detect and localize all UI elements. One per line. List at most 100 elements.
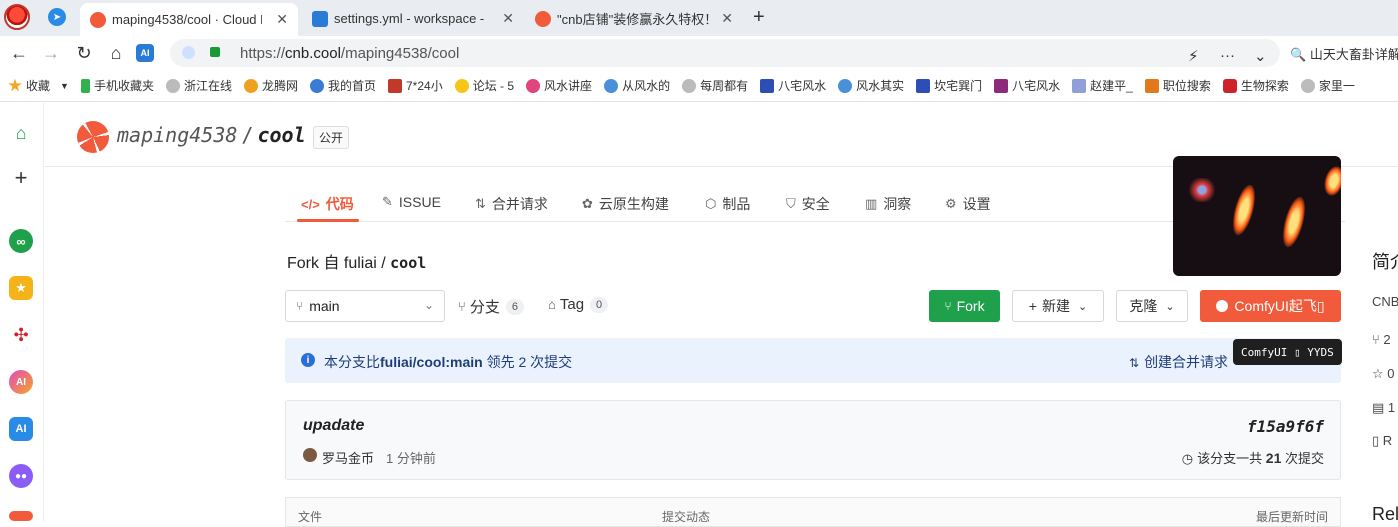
branches-link[interactable]: ⑂ 分支 6 [458,296,524,317]
bookmarks-bar: 收藏 ▼ 手机收藏夹 浙江在线 龙腾网 我的首页 7*24小 论坛 - 5 风水讲… [0,70,1398,102]
new-button[interactable]: + 新建 ⌄ [1012,290,1104,322]
sidebar-forks[interactable]: ⑂ 2 [1372,332,1391,347]
repo-name-link[interactable]: cool [257,123,305,147]
close-icon[interactable]: ✕ [276,11,288,28]
tab-artifacts[interactable]: ⬡ 制品 [705,194,750,214]
fork-source-link[interactable]: cool [390,254,426,272]
tab-cloud-build[interactable]: ✿ 云原生构建 [582,194,669,214]
package-icon: ⬡ [705,196,717,211]
ahead-text: 本分支比fuliai/cool:main 领先 2 次提交 [324,352,572,372]
add-icon[interactable]: + [9,165,33,190]
favorites-icon[interactable]: ★ [9,276,33,300]
close-icon[interactable]: ✕ [502,10,514,27]
bookmark-item[interactable]: 我的首页 [309,77,376,94]
tab-settings[interactable]: settings.yml - workspace - ✕ [302,3,524,34]
tab-merge-requests[interactable]: ⇅ 合并请求 [475,194,548,214]
tab-cnb-shop[interactable]: "cnb店铺"装修赢永久特权！这 ✕ [525,3,743,34]
home-icon[interactable]: ⌂ [105,42,127,64]
chevron-down-icon[interactable]: ⌄ [1254,47,1267,65]
app-icon[interactable] [9,511,33,521]
search-box[interactable]: 🔍 山天大畜卦详解 [1290,44,1398,63]
bookmark-item[interactable]: 风水其实 [838,77,904,94]
bookmark-item[interactable]: 八宅风水 [994,77,1060,94]
tab-settings[interactable]: ⚙ 设置 [945,194,991,214]
lightning-icon[interactable]: ⚡ [1188,47,1199,65]
tab-code[interactable]: </> 代码 [301,194,354,214]
repo-owner-link[interactable]: maping4538 [117,123,237,147]
telegram-icon[interactable]: ➤ [48,8,66,26]
avatar[interactable] [303,448,317,462]
bookmark-item[interactable]: 龙腾网 [243,77,298,94]
floating-video-preview[interactable] [1173,156,1341,276]
commit-message-link[interactable]: upadate [303,417,364,435]
new-tab-button[interactable]: + [753,6,765,29]
bookmark-item[interactable]: 坎宅巽门 [916,77,982,94]
create-merge-request-link[interactable]: ⇅ 创建合并请求 [1129,352,1228,372]
tab-label: 安全 [801,196,830,212]
branches-count: 6 [505,298,524,315]
browser-logo-icon[interactable] [4,4,30,30]
glow-shape [1278,194,1310,250]
globe-icon [604,78,619,93]
bookmark-item[interactable]: 论坛 - 5 [454,77,514,94]
bookmark-item[interactable]: 赵建平_ [1072,77,1133,94]
issue-icon: ✎ [382,194,393,209]
tab-insights[interactable]: ▥ 洞察 [865,194,911,214]
bookmark-item[interactable]: 从风水的 [604,77,670,94]
commit-author[interactable]: 罗马金币 [322,448,374,467]
bookmark-item[interactable]: 浙江在线 [165,77,232,94]
paw-icon [760,78,775,93]
link-icon[interactable]: ∞ [9,229,33,253]
bookmark-item[interactable]: 手机收藏夹 [80,77,154,94]
url-bar[interactable]: https://cnb.cool/maping4538/cool ⚡ ··· ⌄ [170,39,1280,67]
sidebar-stars[interactable]: ☆ 0 [1372,366,1395,382]
url-path: /maping4538/cool [340,45,460,62]
tab-security[interactable]: ⛉ 安全 [786,194,830,214]
robot-icon[interactable]: ●● [9,464,33,488]
back-icon[interactable]: ← [8,42,30,64]
close-icon[interactable]: ✕ [721,10,733,27]
bookmark-item[interactable]: 风水讲座 [526,77,592,94]
new-button-label: 新建 [1041,298,1070,314]
globe-icon [165,78,180,93]
sidebar-storage[interactable]: ▤ 1 [1372,400,1395,416]
ai-tool-icon[interactable]: AI [9,417,33,441]
forward-icon[interactable]: → [40,42,62,64]
shield-icon: ⛉ [786,196,796,211]
ai-extension-icon[interactable]: AI [136,44,154,62]
bookmark-item[interactable]: 收藏 ▼ [8,77,69,94]
bookmark-item[interactable]: 7*24小 [388,77,443,94]
tab-issue[interactable]: ✎ ISSUE [382,194,441,210]
bookmark-label: 从风水的 [622,79,671,93]
reload-icon[interactable]: ↻ [73,42,95,64]
bookmark-item[interactable]: 职位搜索 [1144,77,1211,94]
bookmark-label: 坎宅巽门 [934,79,983,93]
bookmark-item[interactable]: 家里一 [1300,77,1355,94]
clone-button[interactable]: 克隆 ⌄ [1116,290,1188,322]
url-text[interactable]: https://cnb.cool/maping4538/cool [240,45,459,62]
more-icon[interactable]: ··· [1220,47,1235,64]
bookmark-item[interactable]: 每周都有 [682,77,748,94]
tab-label: 合并请求 [491,196,548,212]
merge-icon: ⇅ [1129,356,1140,370]
tags-link[interactable]: ⌂ Tag 0 [548,296,609,313]
search-text: 山天大畜卦详解 [1309,47,1398,62]
cnb-logo-icon[interactable] [77,121,109,153]
tab-label: 代码 [325,196,354,212]
lock-icon[interactable] [210,47,220,57]
branch-selector[interactable]: ⑂ main ⌄ [285,290,445,322]
commit-hash-link[interactable]: f15a9f6f [1247,417,1324,436]
network-icon[interactable]: ✣ [9,323,33,347]
bookmark-item[interactable]: 八宅风水 [760,77,826,94]
sidebar-readme[interactable]: ▯ R [1372,433,1392,449]
comfyui-button[interactable]: ComfyUI起飞▯ [1200,290,1341,322]
commit-count-link[interactable]: ◷ 该分支一共 21 次提交 [1182,448,1324,467]
url-scheme: https:// [240,45,286,62]
ai-assistant-icon[interactable]: AI [9,370,33,394]
home-icon[interactable]: ⌂ [9,121,33,145]
dropdown-icon[interactable]: ▼ [60,81,69,91]
fork-button[interactable]: ⑂ Fork [929,290,1000,322]
upstream-ref-link[interactable]: fuliai/cool:main [380,354,483,370]
bookmark-item[interactable]: 生物探索 [1222,77,1289,94]
tab-cnb[interactable]: maping4538/cool · Cloud N ✕ [80,3,298,36]
